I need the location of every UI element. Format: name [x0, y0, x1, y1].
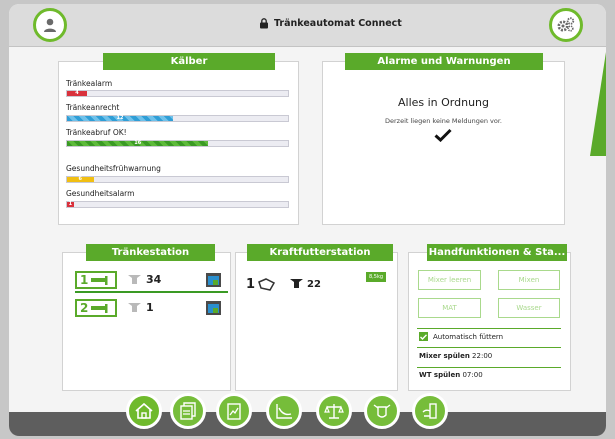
gesundheitsfruehwarnung-label: Gesundheitsfrühwarnung: [66, 164, 161, 173]
gesundheitsfruehwarnung-bar-fill: 6: [67, 177, 94, 182]
kraftfutter-title: Kraftfutterstation: [247, 244, 393, 261]
dispenser-icon: [422, 403, 437, 419]
traenkealarm-label: Tränkealarm: [66, 79, 113, 88]
reports-icon: [180, 402, 196, 420]
alarme-message: Derzeit liegen keine Meldungen vor.: [384, 117, 502, 125]
traenkeabruf-bar-fill: 16: [67, 140, 209, 146]
wasser-button[interactable]: Wasser: [498, 298, 560, 318]
mixer-leeren-button[interactable]: Mixer leeren: [418, 270, 481, 290]
nav-calf-button[interactable]: [364, 393, 400, 429]
traenkealarm-value: 4: [75, 90, 79, 96]
handfunktionen-title: Handfunktionen & Sta...: [427, 244, 567, 261]
gesundheitsfruehwarnung-bar[interactable]: 6: [66, 176, 289, 183]
station-number-box: 2: [75, 299, 117, 317]
gesundheitsalarm-value: 1: [68, 201, 73, 207]
charts-icon: [227, 403, 241, 420]
gesundheitsalarm-bar[interactable]: 1: [66, 201, 289, 208]
auto-feed-toggle[interactable]: Automatisch füttern: [419, 332, 503, 341]
user-icon: [44, 18, 56, 32]
handfunktionen-panel: Handfunktionen & Sta... Mixer leeren Mix…: [408, 244, 571, 391]
station-row-1[interactable]: 1 34: [75, 271, 228, 293]
kraftfutter-number: 1: [246, 277, 256, 292]
gesundheitsfruehwarnung-value: 6: [78, 176, 82, 182]
nav-charts-button[interactable]: [216, 393, 252, 429]
corner-marker: [590, 52, 606, 156]
kraftfutter-panel: Kraftfutterstation 1 22 8,5kg: [235, 244, 398, 391]
station-row-2[interactable]: 2 1: [75, 299, 228, 319]
nav-balance-button[interactable]: [316, 393, 352, 429]
station-count: 1: [146, 301, 154, 314]
settings-button[interactable]: [549, 8, 583, 42]
traenkeabruf-label: Tränkeabruf OK!: [66, 128, 127, 137]
app-frame: Tränkeautomat Connect Kälber Tränkealarm…: [9, 4, 606, 436]
check-icon: [420, 333, 427, 340]
gesundheitsalarm-bar-fill: 1: [67, 202, 74, 207]
curve-icon: [276, 404, 292, 419]
mat-button[interactable]: MAT: [418, 298, 481, 318]
alarme-status: Alles in Ordnung: [397, 96, 490, 109]
calf-icon: [128, 275, 141, 284]
traenkeabruf-value: 16: [134, 140, 142, 146]
mixer-spuelen-row: Mixer spülen 22:00: [419, 352, 492, 360]
app-title: Tränkeautomat Connect: [259, 18, 402, 29]
traenkealarm-bar[interactable]: 4: [66, 90, 289, 97]
nav-home-button[interactable]: [126, 393, 162, 429]
gear-icon: [557, 17, 575, 32]
station-number-box: 1: [75, 271, 117, 289]
checkmark-icon: [434, 128, 452, 142]
lock-icon: [260, 18, 268, 29]
calf-icon: [290, 279, 303, 288]
gesundheitsalarm-label: Gesundheitsalarm: [66, 189, 135, 198]
divider: [417, 367, 561, 368]
traenkestation-title: Tränkestation: [86, 244, 215, 261]
user-button[interactable]: [33, 8, 67, 42]
station-number: 1: [80, 273, 89, 287]
nav-reports-button[interactable]: [170, 393, 206, 429]
concentrate-icon: [258, 278, 275, 291]
traenkeanrecht-value: 12: [116, 115, 124, 121]
kraftfutter-count: 22: [307, 279, 321, 290]
nav-dispenser-button[interactable]: [412, 393, 448, 429]
traenkeanrecht-bar-fill: 12: [67, 115, 174, 121]
divider: [417, 328, 561, 329]
bucket-icon: [206, 273, 221, 287]
calf-icon: [373, 404, 391, 418]
kaelber-panel: Kälber Tränkealarm 4 Tränkeanrecht 12 Tr…: [58, 53, 299, 225]
feeder-icon: [91, 275, 108, 285]
mixen-button[interactable]: Mixen: [498, 270, 560, 290]
alarme-panel: Alarme und Warnungen Alles in Ordnung De…: [322, 53, 565, 225]
mixer-spuelen-label: Mixer spülen: [419, 352, 470, 360]
bucket-icon: [206, 301, 221, 315]
kraftfutter-badge: 8,5kg: [366, 272, 387, 282]
traenkeanrecht-label: Tränkeanrecht: [66, 103, 120, 112]
wt-spuelen-label: WT spülen: [419, 371, 461, 379]
station-count: 34: [146, 273, 162, 286]
bottom-bar: [9, 412, 606, 436]
balance-icon: [324, 404, 344, 419]
calf-icon: [128, 303, 141, 312]
traenkeanrecht-bar[interactable]: 12: [66, 115, 289, 122]
auto-feed-checkbox[interactable]: [419, 332, 428, 341]
kaelber-title: Kälber: [103, 53, 275, 70]
kraftfutter-row[interactable]: 1 22 8,5kg: [246, 272, 387, 297]
mixer-spuelen-time: 22:00: [472, 352, 493, 360]
traenkeabruf-bar[interactable]: 16: [66, 140, 289, 147]
divider: [417, 347, 561, 348]
auto-feed-label: Automatisch füttern: [433, 332, 504, 341]
feeder-icon: [91, 303, 108, 313]
traenkestation-panel: Tränkestation 1 34 2 1: [62, 244, 231, 391]
home-icon: [135, 402, 153, 419]
wt-spuelen-time: 07:00: [462, 371, 483, 379]
nav-curve-button[interactable]: [266, 393, 302, 429]
wt-spuelen-row: WT spülen 07:00: [419, 371, 483, 379]
top-bar: Tränkeautomat Connect: [9, 4, 606, 47]
app-title-text: Tränkeautomat Connect: [274, 18, 402, 29]
alarme-title: Alarme und Warnungen: [345, 53, 543, 70]
station-number: 2: [80, 301, 89, 315]
traenkealarm-bar-fill: 4: [67, 91, 87, 96]
